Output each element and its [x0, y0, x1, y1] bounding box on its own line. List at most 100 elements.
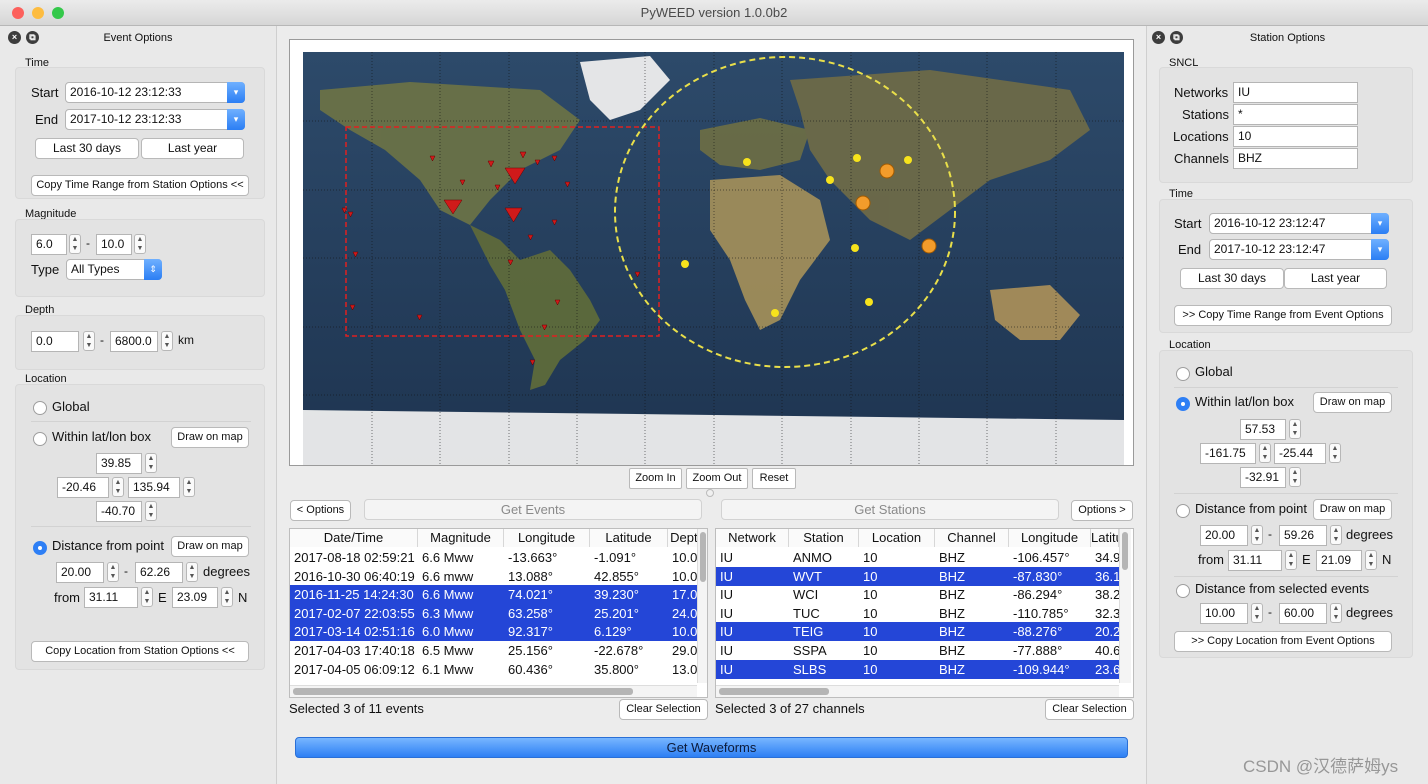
table-row[interactable]: IU SLBS 10 BHZ -109.944° 23.6 [716, 659, 1119, 679]
table-row[interactable]: IU TUC 10 BHZ -110.785° 32.3 [716, 604, 1119, 623]
float-pane-icon[interactable]: ⧉ [26, 31, 39, 44]
world-map[interactable] [289, 39, 1134, 466]
zoom-window-button[interactable] [52, 7, 64, 19]
station-min-distance-stepper[interactable]: ▲ ▼ [1251, 525, 1263, 545]
copy-time-from-station-button[interactable]: Copy Time Range from Station Options << [31, 175, 249, 196]
column-header[interactable]: Channel [935, 529, 1009, 547]
station-global-radio[interactable] [1176, 367, 1190, 381]
events-min-distance-input[interactable]: 10.00 [1200, 603, 1248, 624]
max-depth-stepper[interactable]: ▲ ▼ [161, 331, 173, 351]
table-row[interactable]: IU WCI 10 BHZ -86.294° 38.2 [716, 585, 1119, 604]
event-distance-radio[interactable] [33, 541, 47, 555]
station-center-lon-input[interactable]: 21.09 [1316, 550, 1362, 571]
events-min-distance-stepper[interactable]: ▲ ▼ [1251, 603, 1263, 623]
event-south-input[interactable]: -40.70 [96, 501, 142, 522]
column-header[interactable]: Network [716, 529, 789, 547]
table-row[interactable]: 2016-11-25 14:24:30 6.6 Mww 74.021° 39.230°… [290, 585, 697, 605]
station-end-datetime[interactable]: 2017-10-12 23:12:47 ▾ [1209, 239, 1389, 260]
table-row[interactable]: 2017-04-05 06:09:12 6.1 Mww 60.436° 35.800°… [290, 660, 697, 679]
event-east-stepper[interactable]: ▲ ▼ [183, 477, 195, 497]
event-start-datetime[interactable]: 2016-10-12 23:12:33 ▾ [65, 82, 245, 103]
station-center-lat-stepper[interactable]: ▲ ▼ [1285, 550, 1297, 570]
station-options-toggle-button[interactable]: Options > [1071, 500, 1133, 521]
station-center-lat-input[interactable]: 31.11 [1228, 550, 1282, 571]
chevron-down-icon[interactable]: ▾ [1371, 213, 1389, 234]
station-max-distance-stepper[interactable]: ▲ ▼ [1330, 525, 1342, 545]
get-waveforms-button[interactable]: Get Waveforms [295, 737, 1128, 758]
max-depth-input[interactable]: 6800.0 [110, 331, 158, 352]
magnitude-type-select[interactable]: All Types ⇕ [66, 259, 162, 280]
station-west-input[interactable]: -161.75 [1200, 443, 1256, 464]
events-horizontal-scrollbar[interactable] [290, 685, 697, 697]
close-pane-icon[interactable]: × [1152, 31, 1165, 44]
max-magnitude-input[interactable]: 10.0 [96, 234, 132, 255]
channels-input[interactable]: BHZ [1233, 148, 1358, 169]
event-max-distance-input[interactable]: 62.26 [135, 562, 183, 583]
event-west-input[interactable]: -20.46 [57, 477, 109, 498]
column-header[interactable]: Magnitude [418, 529, 504, 547]
chevron-down-icon[interactable]: ▾ [1371, 239, 1389, 260]
table-row[interactable]: 2017-04-03 17:40:18 6.5 Mww 25.156° -22.678… [290, 641, 697, 660]
table-row[interactable]: IU ANMO 10 BHZ -106.457° 34.9 [716, 548, 1119, 567]
event-min-distance-stepper[interactable]: ▲ ▼ [107, 562, 119, 582]
event-center-lon-stepper[interactable]: ▲ ▼ [221, 587, 233, 607]
events-max-distance-stepper[interactable]: ▲ ▼ [1330, 603, 1342, 623]
station-last-year-button[interactable]: Last year [1284, 268, 1387, 289]
station-north-stepper[interactable]: ▲ ▼ [1289, 419, 1301, 439]
clear-station-selection-button[interactable]: Clear Selection [1045, 699, 1134, 720]
table-row[interactable]: IU SSPA 10 BHZ -77.888° 40.6 [716, 641, 1119, 660]
min-depth-input[interactable]: 0.0 [31, 331, 79, 352]
get-events-button[interactable]: Get Events [364, 499, 702, 520]
event-min-distance-input[interactable]: 20.00 [56, 562, 104, 583]
splitter-handle[interactable] [706, 489, 714, 497]
event-center-lon-input[interactable]: 23.09 [172, 587, 218, 608]
event-distance-draw-button[interactable]: Draw on map [171, 536, 249, 557]
stations-input[interactable]: * [1233, 104, 1358, 125]
clear-event-selection-button[interactable]: Clear Selection [619, 699, 708, 720]
event-end-datetime[interactable]: 2017-10-12 23:12:33 ▾ [65, 109, 245, 130]
event-south-stepper[interactable]: ▲ ▼ [145, 501, 157, 521]
table-row[interactable]: 2017-08-18 02:59:21 6.6 Mww -13.663° -1.091… [290, 548, 697, 567]
table-row[interactable]: 2017-02-07 22:03:55 6.3 Mww 63.258° 25.201°… [290, 603, 697, 623]
station-distance-radio[interactable] [1176, 504, 1190, 518]
float-pane-icon[interactable]: ⧉ [1170, 31, 1183, 44]
event-east-input[interactable]: 135.94 [128, 477, 180, 498]
min-magnitude-stepper[interactable]: ▲ ▼ [69, 234, 81, 254]
event-max-distance-stepper[interactable]: ▲ ▼ [186, 562, 198, 582]
event-north-input[interactable]: 39.85 [96, 453, 142, 474]
event-last-year-button[interactable]: Last year [141, 138, 244, 159]
networks-input[interactable]: IU [1233, 82, 1358, 103]
column-header[interactable]: Date/Time [290, 529, 418, 547]
chevron-updown-icon[interactable]: ⇕ [144, 259, 162, 280]
column-header[interactable]: Latitude [1091, 529, 1119, 547]
map-canvas[interactable] [290, 40, 1133, 465]
station-north-input[interactable]: 57.53 [1240, 419, 1286, 440]
copy-location-from-station-button[interactable]: Copy Location from Station Options << [31, 641, 249, 662]
event-options-toggle-button[interactable]: < Options [290, 500, 351, 521]
table-row[interactable]: IU WVT 10 BHZ -87.830° 36.1 [716, 566, 1119, 586]
event-box-draw-button[interactable]: Draw on map [171, 427, 249, 448]
column-header[interactable]: Station [789, 529, 859, 547]
close-pane-icon[interactable]: × [8, 31, 21, 44]
station-start-datetime[interactable]: 2016-10-12 23:12:47 ▾ [1209, 213, 1389, 234]
station-south-stepper[interactable]: ▲ ▼ [1289, 467, 1301, 487]
station-min-distance-input[interactable]: 20.00 [1200, 525, 1248, 546]
selected-events-distance-radio[interactable] [1176, 584, 1190, 598]
event-box-radio[interactable] [33, 432, 47, 446]
zoom-out-button[interactable]: Zoom Out [686, 468, 748, 489]
events-max-distance-input[interactable]: 60.00 [1279, 603, 1327, 624]
reset-map-button[interactable]: Reset [752, 468, 796, 489]
column-header[interactable]: Longitude [1009, 529, 1091, 547]
station-max-distance-input[interactable]: 59.26 [1279, 525, 1327, 546]
station-center-lon-stepper[interactable]: ▲ ▼ [1365, 550, 1377, 570]
event-last-30-days-button[interactable]: Last 30 days [35, 138, 139, 159]
column-header[interactable]: Longitude [504, 529, 590, 547]
station-box-radio[interactable] [1176, 397, 1190, 411]
get-stations-button[interactable]: Get Stations [721, 499, 1059, 520]
station-south-input[interactable]: -32.91 [1240, 467, 1286, 488]
chevron-down-icon[interactable]: ▾ [227, 109, 245, 130]
event-center-lat-stepper[interactable]: ▲ ▼ [141, 587, 153, 607]
station-east-stepper[interactable]: ▲ ▼ [1329, 443, 1341, 463]
event-west-stepper[interactable]: ▲ ▼ [112, 477, 124, 497]
max-magnitude-stepper[interactable]: ▲ ▼ [134, 234, 146, 254]
